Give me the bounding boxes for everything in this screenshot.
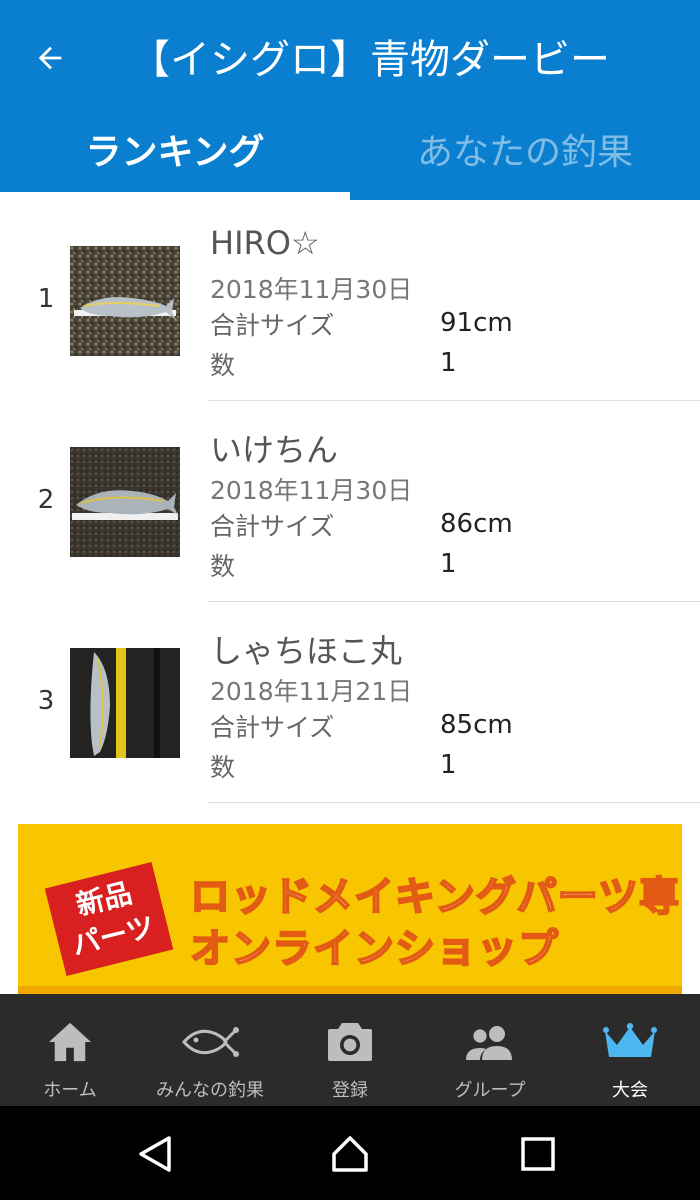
nav-group-label: グループ bbox=[454, 1080, 526, 1101]
total-size-label: 合計サイズ bbox=[210, 512, 335, 541]
crown-icon bbox=[600, 1020, 660, 1064]
nav-home-label: ホーム bbox=[43, 1080, 97, 1101]
ad-subheadline: オンラインショップ bbox=[189, 925, 559, 973]
catch-date: 2018年11月21日 bbox=[210, 677, 413, 706]
ranking-row[interactable]: 1 HIRO☆ 2018年11月30日 合計サイズ 91cm 数 1 bbox=[0, 200, 700, 401]
rank-number: 1 bbox=[37, 284, 55, 314]
angler-name: しゃちほこ丸 bbox=[210, 632, 403, 670]
system-nav-bar bbox=[0, 1106, 700, 1200]
catch-date: 2018年11月30日 bbox=[210, 476, 413, 505]
ad-headline: ロッドメイキングパーツ専門 bbox=[189, 873, 682, 921]
back-button[interactable] bbox=[30, 38, 70, 78]
app-bar: 【イシグロ】青物ダービー ランキング あなたの釣果 bbox=[0, 0, 700, 200]
total-size-label: 合計サイズ bbox=[210, 311, 335, 340]
nav-home[interactable]: ホーム bbox=[0, 994, 140, 1106]
home-icon bbox=[40, 1020, 100, 1064]
tab-your-catch[interactable]: あなたの釣果 bbox=[350, 110, 700, 200]
count-value: 1 bbox=[440, 549, 457, 579]
nav-register[interactable]: 登録 bbox=[280, 994, 420, 1106]
ad-bottom-stripe bbox=[18, 986, 682, 994]
total-size-value: 91cm bbox=[440, 308, 513, 338]
bottom-nav: ホーム みんなの釣果 登録 グループ 大会 bbox=[0, 994, 700, 1106]
row-divider bbox=[208, 802, 700, 803]
rank-number: 3 bbox=[37, 686, 55, 716]
count-label: 数 bbox=[210, 552, 236, 581]
nav-tournament[interactable]: 大会 bbox=[560, 994, 700, 1106]
house-outline-icon bbox=[332, 1136, 368, 1172]
count-label: 数 bbox=[210, 753, 236, 782]
angler-name: いけちん bbox=[210, 431, 339, 469]
system-recents-button[interactable] bbox=[518, 1134, 558, 1174]
catch-photo[interactable] bbox=[70, 246, 180, 356]
total-size-value: 85cm bbox=[440, 710, 513, 740]
ad-badge: 新品 パーツ bbox=[44, 862, 174, 976]
nav-group[interactable]: グループ bbox=[420, 994, 560, 1106]
rank-number: 2 bbox=[37, 485, 55, 515]
ad-banner[interactable]: 新品 パーツ ロッドメイキングパーツ専門 オンラインショップ bbox=[18, 824, 682, 994]
arrow-left-icon bbox=[38, 46, 62, 70]
system-back-button[interactable] bbox=[135, 1134, 175, 1174]
catch-photo[interactable] bbox=[70, 648, 180, 758]
nav-everyone-catch[interactable]: みんなの釣果 bbox=[140, 994, 280, 1106]
app-root: 【イシグロ】青物ダービー ランキング あなたの釣果 1 HIRO☆ 2018年1… bbox=[0, 0, 700, 1200]
nav-everyone-catch-label: みんなの釣果 bbox=[156, 1080, 264, 1101]
ranking-row[interactable]: 2 いけちん 2018年11月30日 合計サイズ 86cm 数 1 bbox=[0, 401, 700, 602]
group-icon bbox=[460, 1020, 520, 1064]
camera-icon bbox=[320, 1020, 380, 1064]
square-recents-icon bbox=[521, 1137, 555, 1171]
count-label: 数 bbox=[210, 351, 236, 380]
tab-indicator bbox=[0, 192, 350, 200]
tab-ranking[interactable]: ランキング bbox=[0, 110, 350, 200]
count-value: 1 bbox=[440, 750, 457, 780]
page-title: 【イシグロ】青物ダービー bbox=[130, 37, 610, 83]
total-size-value: 86cm bbox=[440, 509, 513, 539]
nav-register-label: 登録 bbox=[332, 1080, 368, 1101]
catch-date: 2018年11月30日 bbox=[210, 275, 413, 304]
total-size-label: 合計サイズ bbox=[210, 713, 335, 742]
ranking-row[interactable]: 3 しゃちほこ丸 2018年11月21日 合計サイズ 85cm 数 1 bbox=[0, 602, 700, 803]
system-home-button[interactable] bbox=[330, 1134, 370, 1174]
triangle-back-icon bbox=[139, 1136, 171, 1172]
nav-tournament-label: 大会 bbox=[612, 1080, 648, 1101]
ranking-list: 1 HIRO☆ 2018年11月30日 合計サイズ 91cm 数 1 2 いけち… bbox=[0, 200, 700, 803]
catch-photo[interactable] bbox=[70, 447, 180, 557]
angler-name: HIRO☆ bbox=[210, 224, 320, 262]
count-value: 1 bbox=[440, 348, 457, 378]
tab-bar: ランキング あなたの釣果 bbox=[0, 110, 700, 200]
fish-icon bbox=[180, 1020, 240, 1064]
